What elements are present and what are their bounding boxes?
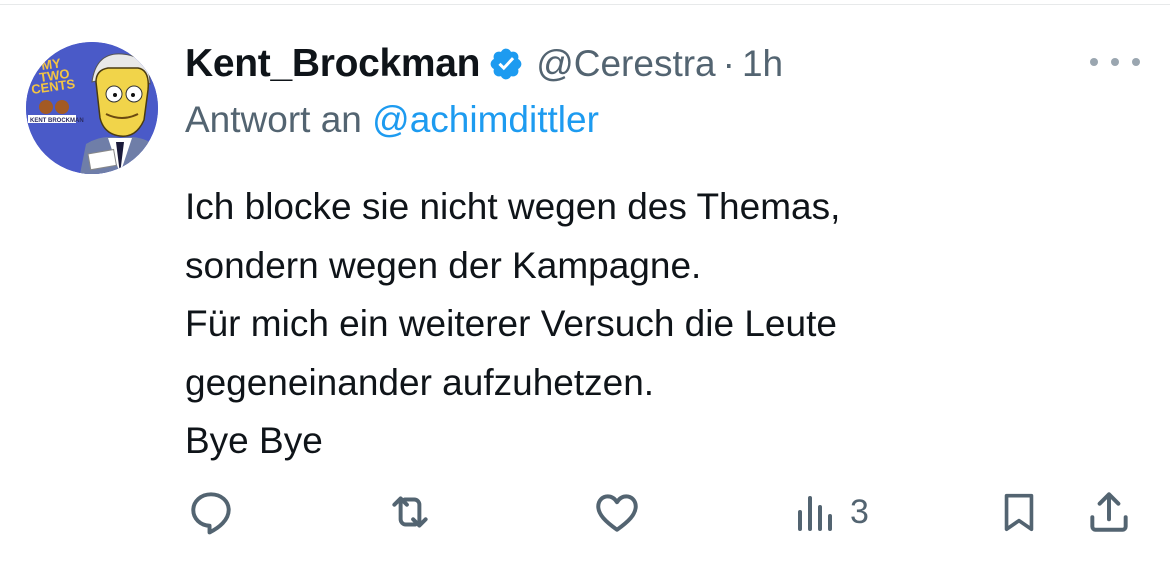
tweet-header: Kent_Brockman @Cerestra · 1h <box>185 40 783 88</box>
reply-context: Antwort an @achimdittler <box>185 99 599 147</box>
avatar[interactable]: MY TWO CENTS KENT BROCKMAN <box>26 42 158 174</box>
share-button[interactable] <box>1084 484 1134 540</box>
tweet-text-line: gegeneinander aufzuhetzen. <box>185 361 655 403</box>
views-icon <box>798 496 832 531</box>
reply-button[interactable] <box>186 484 236 540</box>
share-icon <box>1090 492 1128 532</box>
reply-prefix: Antwort an <box>185 99 362 140</box>
header-separator: · <box>722 43 735 84</box>
views-count: 3 <box>850 492 869 531</box>
bookmark-icon <box>1004 493 1034 532</box>
tweet-text: Ich blocke sie nicht wegen des Themas, s… <box>185 178 1125 471</box>
retweet-icon <box>392 496 428 528</box>
more-dot <box>1111 58 1119 66</box>
more-dot <box>1090 58 1098 66</box>
tweet-text-line: Bye Bye <box>185 420 323 461</box>
more-options-icon[interactable] <box>1090 48 1140 76</box>
bookmark-button[interactable] <box>996 484 1042 540</box>
verified-badge-icon[interactable] <box>488 46 524 82</box>
action-bar: 3 <box>0 484 1170 540</box>
tweet-text-line: Ich blocke sie nicht wegen des Themas, <box>185 186 841 227</box>
like-icon <box>596 494 638 532</box>
avatar-image: MY TWO CENTS KENT BROCKMAN <box>26 42 158 174</box>
views-button[interactable]: 3 <box>792 484 869 540</box>
tweet-text-line: Für mich ein weiterer Versuch die Leute <box>185 303 837 344</box>
like-button[interactable] <box>592 484 642 540</box>
author-handle[interactable]: @Cerestra <box>536 43 715 85</box>
retweet-button[interactable] <box>382 484 438 540</box>
reply-mention-link[interactable]: @achimdittler <box>372 99 599 140</box>
author-name[interactable]: Kent_Brockman <box>185 42 481 86</box>
reply-icon <box>191 492 231 535</box>
timestamp[interactable]: 1h <box>742 43 783 85</box>
top-divider <box>0 4 1170 5</box>
more-dot <box>1132 58 1140 66</box>
tweet-text-line: sondern wegen der Kampagne. <box>185 244 702 286</box>
svg-text:KENT BROCKMAN: KENT BROCKMAN <box>30 118 84 124</box>
